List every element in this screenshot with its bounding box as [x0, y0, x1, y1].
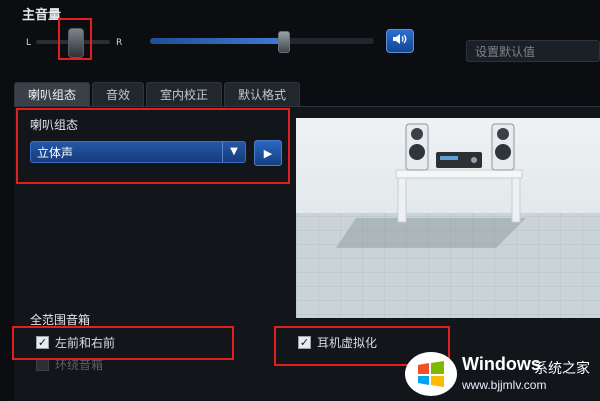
- watermark-url: www.bjjmlv.com: [462, 378, 547, 392]
- watermark-brand: Windows: [462, 354, 541, 374]
- watermark-suffix: 系统之家: [534, 361, 590, 377]
- tab-room-correction[interactable]: 室内校正: [146, 82, 223, 106]
- left-channel-label: L: [26, 38, 32, 48]
- volume-slider-thumb[interactable]: [278, 31, 290, 53]
- windows-logo-icon: [405, 352, 457, 396]
- speaker-config-highlight: [16, 108, 290, 184]
- tab-bar: 喇叭组态 音效 室内校正 默认格式: [14, 82, 301, 106]
- tab-speaker-config[interactable]: 喇叭组态: [14, 82, 91, 106]
- right-channel-label: R: [116, 38, 123, 48]
- tab-default-format[interactable]: 默认格式: [224, 82, 301, 106]
- front-left-right-highlight: [12, 326, 234, 360]
- tab-sound-effects[interactable]: 音效: [92, 82, 145, 106]
- master-volume-title: 主音量: [22, 8, 62, 23]
- speaker-preview-image: [296, 118, 600, 318]
- mute-button[interactable]: [386, 29, 414, 53]
- speaker-icon: [392, 32, 408, 50]
- balance-highlight: [58, 18, 92, 60]
- set-default-button[interactable]: 设置默认值: [466, 40, 600, 62]
- volume-slider-fill: [150, 38, 282, 44]
